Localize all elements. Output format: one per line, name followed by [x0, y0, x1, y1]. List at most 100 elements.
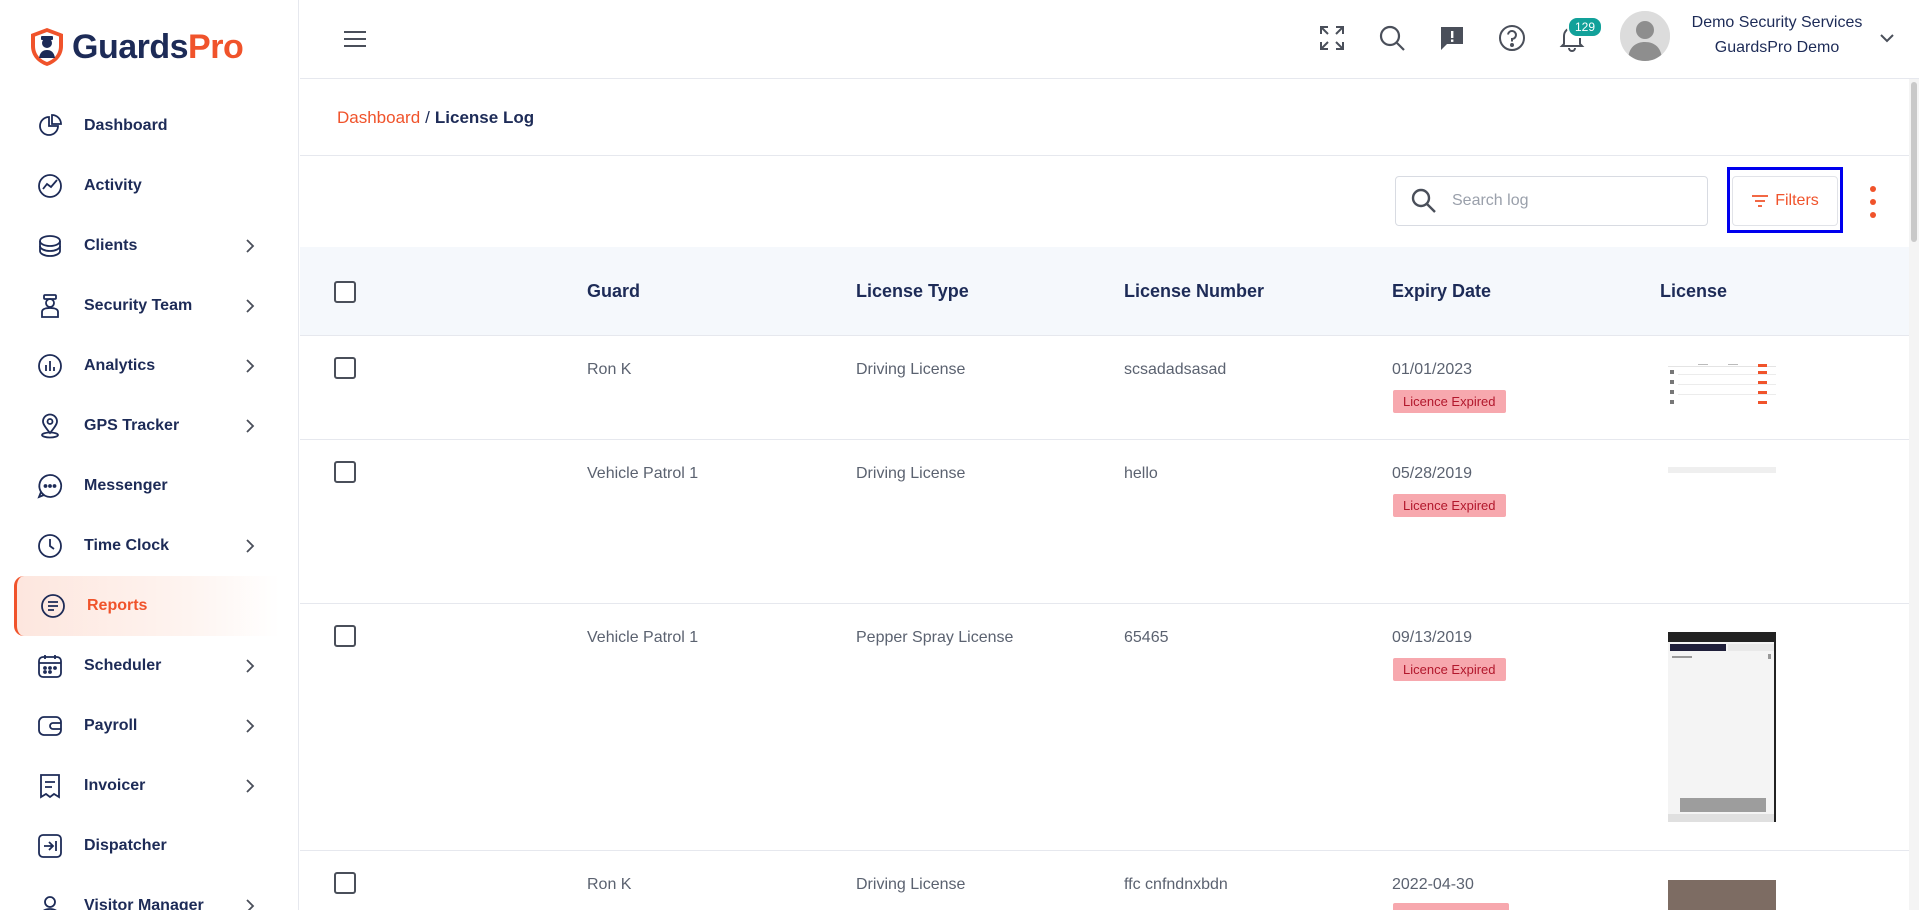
search-icon[interactable] — [1376, 22, 1408, 54]
clock-icon — [36, 532, 64, 560]
cell-license-type: Driving License — [856, 465, 966, 482]
sidebar-item-label: Time Clock — [84, 537, 170, 554]
breadcrumb-current: License Log — [434, 108, 535, 127]
license-thumbnail[interactable] — [1668, 467, 1776, 473]
sidebar-item-label: Security Team — [84, 297, 193, 314]
filters-button-label: Filters — [1775, 192, 1819, 209]
sidebar-item-label: Invoicer — [84, 777, 146, 794]
column-header-license-number[interactable]: License Number — [1124, 281, 1264, 302]
page-scrollbar-thumb[interactable] — [1911, 82, 1917, 242]
sidebar-item-security-team[interactable]: Security Team — [0, 276, 298, 336]
cell-license-type: Driving License — [856, 361, 966, 378]
sidebar: GuardsPro Dashboard Activity Clients Sec… — [0, 0, 299, 910]
search-box[interactable] — [1395, 176, 1708, 226]
column-header-license-type[interactable]: License Type — [856, 281, 969, 302]
help-icon[interactable] — [1496, 22, 1528, 54]
table-row[interactable]: Vehicle Patrol 1 Pepper Spray License 65… — [300, 604, 1909, 851]
search-icon — [1411, 188, 1436, 213]
chevron-right-icon — [246, 719, 255, 733]
breadcrumb-separator: / — [425, 108, 430, 127]
filter-lines-icon — [1752, 195, 1769, 207]
feedback-message-icon[interactable] — [1436, 22, 1468, 54]
cell-guard: Vehicle Patrol 1 — [587, 465, 699, 482]
chevron-right-icon — [246, 239, 255, 253]
sidebar-item-activity[interactable]: Activity — [0, 156, 298, 216]
table-row[interactable]: Ron K Driving License ffc cnfndnxbdn 202… — [300, 851, 1909, 910]
cell-expiry-date: 05/28/2019 — [1392, 465, 1473, 482]
row-checkbox[interactable] — [334, 357, 356, 379]
search-input[interactable] — [1452, 192, 1692, 210]
sidebar-item-time-clock[interactable]: Time Clock — [0, 516, 298, 576]
sidebar-item-label: Dashboard — [84, 117, 168, 134]
notification-count-badge: 129 — [1567, 16, 1604, 38]
sidebar-item-label: Messenger — [84, 477, 168, 494]
sidebar-item-label: Activity — [84, 177, 142, 194]
license-thumbnail[interactable] — [1668, 880, 1776, 910]
breadcrumb-dashboard-link[interactable]: Dashboard — [337, 108, 420, 127]
user-company-name[interactable]: Demo Security Services — [1682, 14, 1872, 32]
sidebar-item-label: Visitor Manager — [84, 897, 204, 910]
sidebar-item-label: Scheduler — [84, 657, 162, 674]
hamburger-menu-icon[interactable] — [342, 26, 368, 52]
sidebar-item-payroll[interactable]: Payroll — [0, 696, 298, 756]
column-header-license[interactable]: License — [1660, 281, 1727, 302]
calendar-icon — [36, 652, 64, 680]
row-checkbox[interactable] — [334, 461, 356, 483]
row-checkbox[interactable] — [334, 872, 356, 894]
avatar[interactable] — [1620, 11, 1670, 61]
license-thumbnail[interactable] — [1668, 632, 1776, 822]
wallet-icon — [36, 712, 64, 740]
document-list-icon — [39, 592, 67, 620]
select-all-checkbox[interactable] — [334, 281, 356, 303]
sidebar-item-analytics[interactable]: Analytics — [0, 336, 298, 396]
sidebar-item-messenger[interactable]: Messenger — [0, 456, 298, 516]
sidebar-item-scheduler[interactable]: Scheduler — [0, 636, 298, 696]
sidebar-item-invoicer[interactable]: Invoicer — [0, 756, 298, 816]
breadcrumb-bar: Dashboard / License Log — [300, 79, 1909, 156]
sidebar-item-dashboard[interactable]: Dashboard — [0, 96, 298, 156]
row-checkbox[interactable] — [334, 625, 356, 647]
sidebar-item-label: Analytics — [84, 357, 156, 374]
column-header-guard[interactable]: Guard — [587, 281, 640, 302]
sidebar-item-label: GPS Tracker — [84, 417, 180, 434]
invoice-icon — [36, 772, 64, 800]
cell-license-number: 65465 — [1124, 629, 1169, 646]
cell-guard: Ron K — [587, 876, 632, 893]
more-options-icon[interactable] — [1868, 186, 1878, 218]
bar-chart-icon — [36, 352, 64, 380]
sidebar-item-clients[interactable]: Clients — [0, 216, 298, 276]
sidebar-item-reports[interactable]: Reports — [14, 576, 280, 636]
breadcrumb: Dashboard / License Log — [337, 108, 534, 128]
column-header-expiry-date[interactable]: Expiry Date — [1392, 281, 1491, 302]
table-row[interactable]: Vehicle Patrol 1 Driving License hello 0… — [300, 440, 1909, 604]
status-badge: Licence Expired — [1393, 494, 1506, 517]
license-thumbnail[interactable] — [1668, 362, 1776, 410]
sidebar-item-dispatcher[interactable]: Dispatcher — [0, 816, 298, 876]
user-account-name[interactable]: GuardsPro Demo — [1682, 39, 1872, 57]
chevron-down-icon[interactable] — [1877, 28, 1897, 48]
guardspro-logo[interactable]: GuardsPro — [28, 26, 244, 68]
table-row[interactable]: Ron K Driving License scsadadsasad 01/01… — [300, 336, 1909, 440]
license-image-preview — [1668, 364, 1776, 404]
logo-text-guards: Guards — [72, 27, 189, 66]
shield-guard-logo-icon — [31, 28, 63, 66]
chevron-right-icon — [246, 299, 255, 313]
cell-license-number: ffc cnfndnxbdn — [1124, 876, 1228, 893]
sidebar-item-gps-tracker[interactable]: GPS Tracker — [0, 396, 298, 456]
sidebar-nav: Dashboard Activity Clients Security Team — [0, 96, 298, 910]
map-pin-icon — [36, 412, 64, 440]
filters-button[interactable]: Filters — [1732, 176, 1838, 226]
chevron-right-icon — [246, 419, 255, 433]
sidebar-item-visitor-manager[interactable]: Visitor Manager — [0, 876, 298, 910]
logo-text-pro: Pro — [188, 27, 244, 66]
fullscreen-icon[interactable] — [1316, 22, 1348, 54]
user-silhouette-icon — [1620, 11, 1670, 61]
cell-license-number: scsadadsasad — [1124, 361, 1227, 378]
sidebar-item-label: Dispatcher — [84, 837, 167, 854]
cell-expiry-date: 09/13/2019 — [1392, 629, 1473, 646]
status-badge: Licence Expired — [1393, 390, 1506, 413]
cell-guard: Ron K — [587, 361, 632, 378]
status-badge — [1393, 903, 1509, 910]
top-header: 129 Demo Security Services GuardsPro Dem… — [300, 0, 1919, 79]
sidebar-item-label: Payroll — [84, 717, 138, 734]
